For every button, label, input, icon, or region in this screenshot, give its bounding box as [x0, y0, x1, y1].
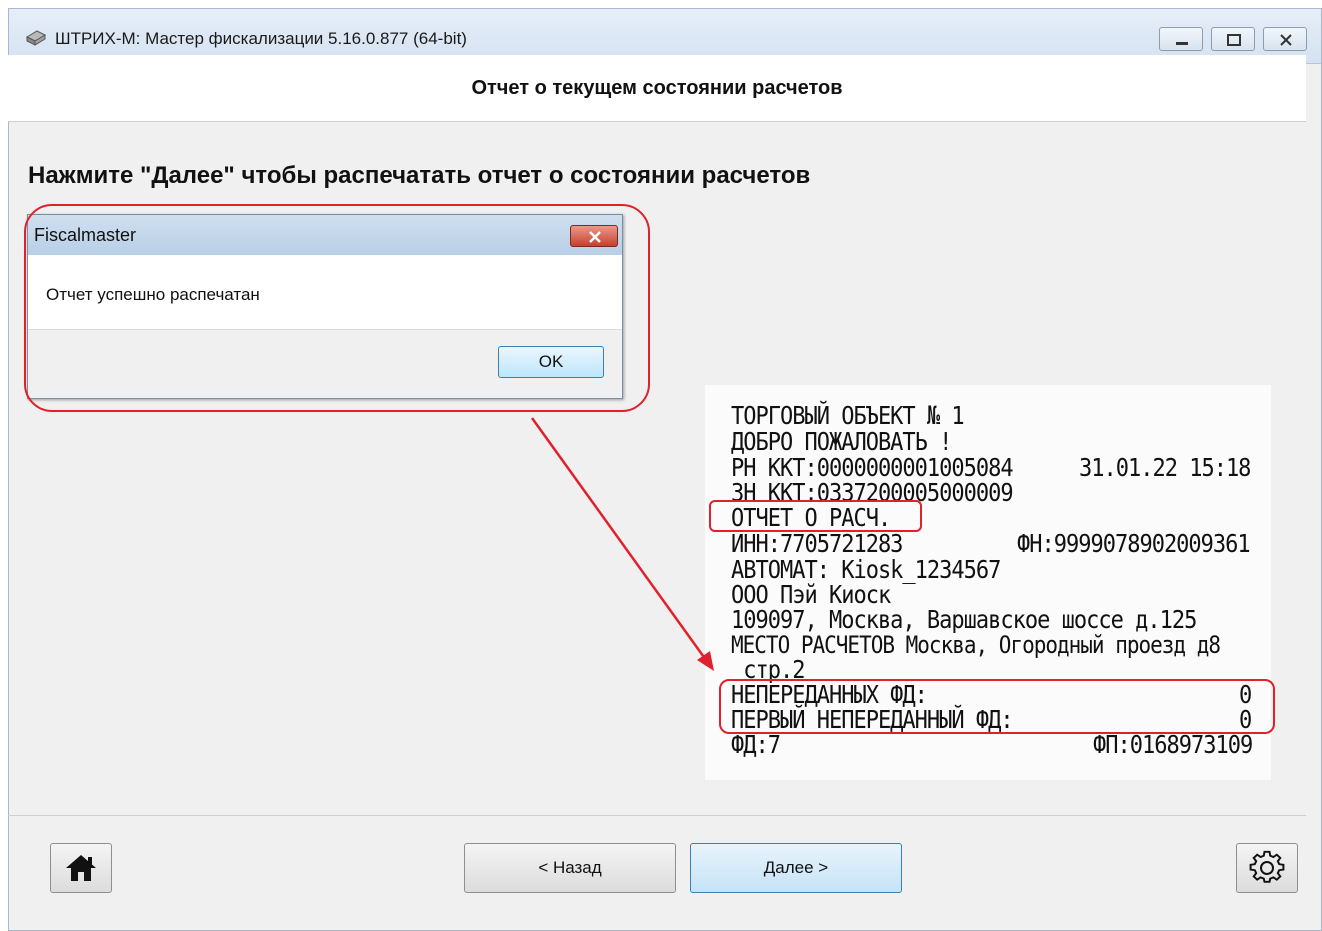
annotation-report-title-highlight: [709, 500, 922, 532]
gear-icon: [1249, 850, 1285, 883]
receipt-line: МЕСТО РАСЧЕТОВ Москва, Огородный проезд …: [731, 631, 1221, 659]
minimize-icon: [1176, 42, 1188, 45]
receipt-line: ТОРГОВЫЙ ОБЪЕКТ № 1: [731, 402, 965, 431]
home-icon: [66, 855, 96, 881]
instruction-text: Нажмите "Далее" чтобы распечатать отчет …: [28, 162, 811, 189]
window-title: ШТРИХ-М: Мастер фискализации 5.16.0.877 …: [55, 29, 467, 48]
wizard-header: Отчет о текущем состоянии расчетов: [8, 55, 1306, 122]
footer-divider: [8, 815, 1306, 816]
maximize-button[interactable]: [1211, 27, 1255, 51]
annotation-untransmitted-highlight: [719, 679, 1275, 734]
page-title: Отчет о текущем состоянии расчетов: [471, 77, 843, 99]
close-window-button[interactable]: [1263, 27, 1307, 51]
settings-button[interactable]: [1236, 843, 1298, 893]
receipt-line: ДОБРО ПОЖАЛОВАТЬ !: [731, 428, 952, 457]
receipt-fp: ФП:0168973109: [1093, 731, 1253, 760]
home-button[interactable]: [50, 843, 112, 893]
maximize-icon: [1227, 34, 1241, 46]
printer-icon: [25, 29, 47, 46]
receipt-datetime: 31.01.22 15:18: [1079, 454, 1251, 483]
receipt-fn: ФН:9999078902009361: [1017, 530, 1251, 559]
annotation-dialog-highlight: [24, 204, 650, 412]
receipt-line: ФД:7: [731, 731, 781, 760]
close-icon: [1280, 34, 1292, 46]
next-button[interactable]: Далее >: [690, 843, 902, 893]
minimize-button[interactable]: [1159, 27, 1203, 51]
back-button[interactable]: < Назад: [464, 843, 676, 893]
receipt-line: ИНН:7705721283: [731, 530, 903, 559]
